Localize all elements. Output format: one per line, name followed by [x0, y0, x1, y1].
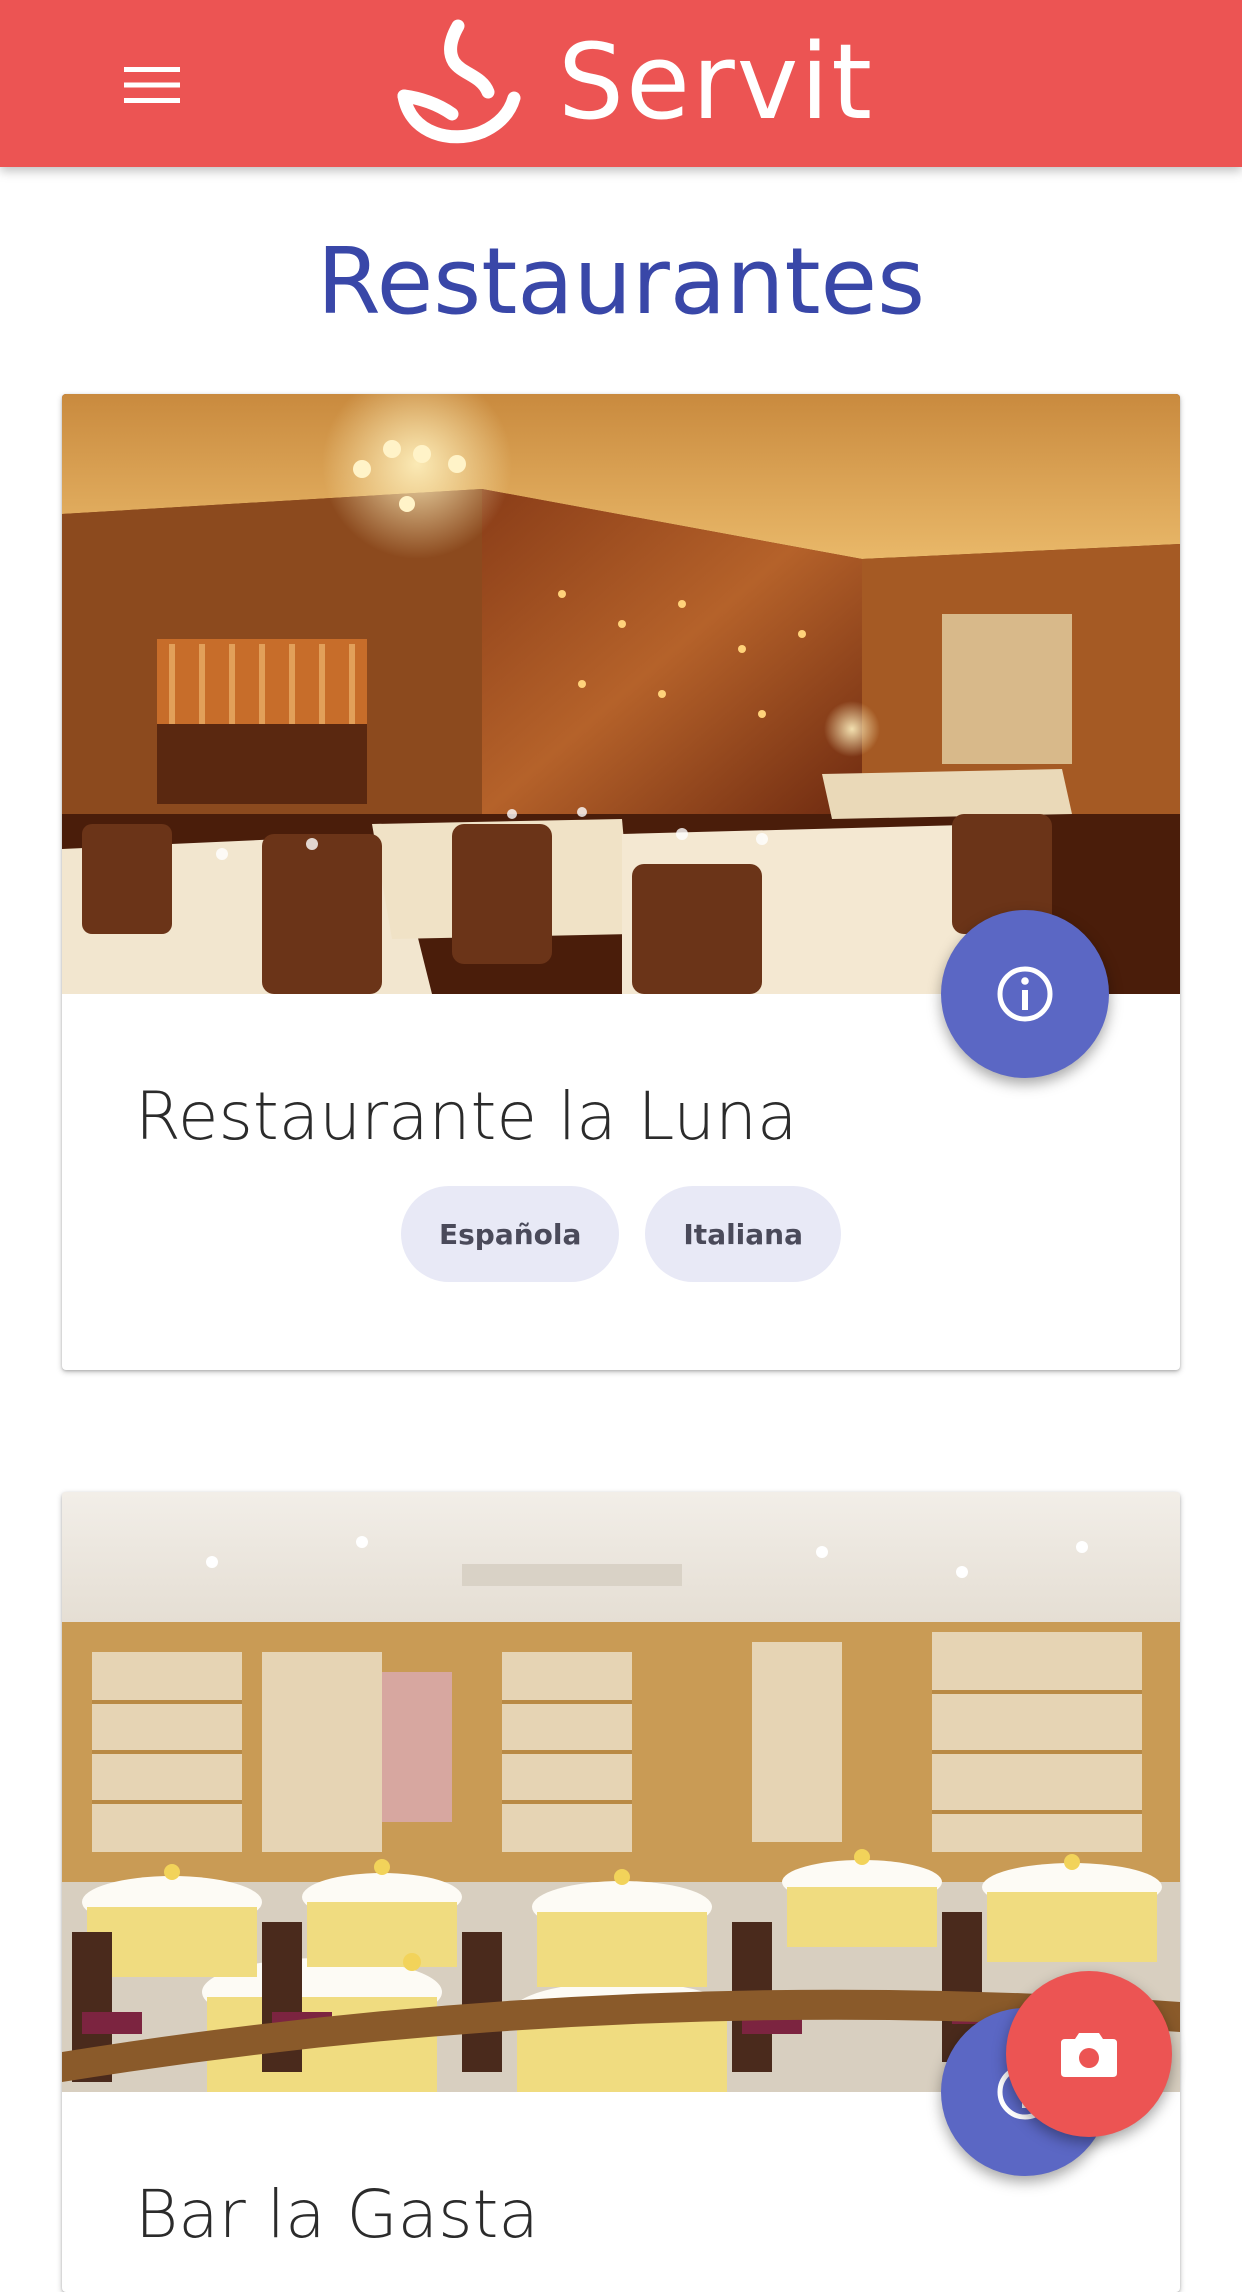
info-icon	[997, 966, 1053, 1022]
cuisine-chip[interactable]: Española	[400, 1186, 620, 1282]
cuisine-chip[interactable]: Italiana	[645, 1186, 842, 1282]
info-button[interactable]	[941, 910, 1109, 1078]
brand-name: Servit	[558, 21, 874, 143]
app-bar: Servit	[0, 0, 1242, 167]
camera-icon	[1061, 2033, 1117, 2077]
camera-button[interactable]	[1006, 1971, 1172, 2137]
restaurant-card[interactable]: Restaurante la Luna Española Italiana	[62, 394, 1180, 1370]
brand-logo: Servit	[392, 18, 874, 146]
restaurant-card[interactable]: Bar la Gasta	[62, 1492, 1180, 2292]
restaurant-name: Restaurante la Luna	[135, 1078, 798, 1155]
menu-icon[interactable]	[110, 50, 194, 120]
restaurant-name: Bar la Gasta	[135, 2176, 539, 2253]
page-title: Restaurantes	[316, 228, 926, 335]
restaurant-photo	[62, 394, 1180, 994]
restaurant-photo	[62, 1492, 1180, 2092]
cuisine-tags: Española Italiana	[62, 1186, 1180, 1282]
servit-logo-icon	[397, 19, 521, 144]
